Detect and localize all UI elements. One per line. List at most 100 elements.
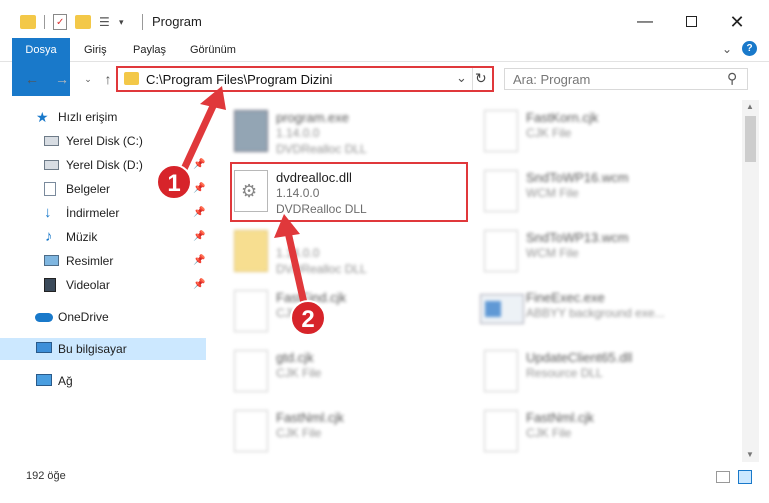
- pin-icon[interactable]: 📌: [193, 178, 205, 200]
- file-item[interactable]: gtd.cjk CJK File: [210, 344, 450, 402]
- dropdown-arrow-icon[interactable]: ▾: [119, 17, 124, 28]
- pin-icon[interactable]: 📌: [193, 154, 205, 176]
- file-icon: [484, 170, 518, 212]
- documents-icon: [44, 182, 56, 196]
- search-box[interactable]: Ara: Program ⚲: [504, 68, 748, 90]
- sidebar-item-music[interactable]: ♪ Müzik 📌: [0, 226, 206, 248]
- item-count: 192 öğe: [26, 470, 66, 482]
- title-bar: ✓ ☰ ▾ Program — ✕: [0, 0, 769, 42]
- app-window-icon: [480, 294, 524, 324]
- sidebar-item-network[interactable]: Ağ: [0, 370, 206, 392]
- star-icon: ★: [36, 109, 49, 125]
- file-item[interactable]: FastNml.cjk CJK File: [210, 404, 450, 462]
- refresh-icon[interactable]: ↻: [475, 70, 487, 87]
- ribbon: Dosya Giriş Paylaş Görünüm ⌄ ?: [0, 38, 769, 96]
- address-path: C:\Program Files\Program Dizini: [146, 72, 333, 87]
- sidebar-item-label: Hızlı erişim: [58, 110, 118, 124]
- file-type: WCM File: [526, 246, 579, 260]
- step-badge-2: 2: [290, 300, 326, 336]
- videos-icon: [44, 278, 56, 292]
- drive-icon: [44, 160, 59, 170]
- file-description: DVDRealloc DLL: [276, 262, 367, 276]
- file-type: CJK File: [526, 426, 572, 440]
- file-type: CJK File: [526, 126, 572, 140]
- tab-view[interactable]: Görünüm: [190, 38, 236, 62]
- file-item[interactable]: FastFind.cjk CJK File: [210, 284, 450, 342]
- scroll-up-icon[interactable]: ▲: [746, 102, 754, 111]
- file-item[interactable]: FastNml.cjk CJK File: [460, 404, 700, 462]
- file-name: FastKorn.cjk: [526, 110, 599, 125]
- vertical-scrollbar[interactable]: ▲ ▼: [742, 100, 759, 462]
- pictures-icon: [44, 255, 59, 266]
- forward-button[interactable]: →: [52, 68, 72, 90]
- up-button[interactable]: ↑: [98, 68, 118, 90]
- maximize-button[interactable]: [676, 10, 706, 34]
- file-item[interactable]: FineExec.exe ABBYY background exe...: [460, 284, 700, 342]
- window-bottom-edge: [0, 490, 769, 503]
- sidebar-item-quick-access[interactable]: ★ Hızlı erişim: [0, 106, 206, 128]
- folder-icon: [124, 72, 139, 85]
- file-item[interactable]: UpdateClient65.dll Resource DLL: [460, 344, 700, 402]
- address-bar[interactable]: C:\Program Files\Program Dizini ⌄ ↻: [116, 66, 494, 92]
- file-item[interactable]: SndToWP13.wcm WCM File: [460, 224, 700, 282]
- minimize-button[interactable]: —: [630, 10, 660, 34]
- tab-home[interactable]: Giriş: [84, 38, 107, 62]
- details-view-icon[interactable]: [716, 471, 730, 483]
- file-description: ABBYY background exe...: [526, 306, 665, 320]
- folder-file-icon: [234, 230, 268, 272]
- sidebar-item-videos[interactable]: Videolar 📌: [0, 274, 206, 296]
- network-icon: [36, 374, 52, 386]
- sidebar-item-pictures[interactable]: Resimler 📌: [0, 250, 206, 272]
- back-button[interactable]: ←: [22, 68, 42, 90]
- file-icon: [484, 230, 518, 272]
- scrollbar-thumb[interactable]: [745, 116, 756, 162]
- quick-access-toolbar: ✓ ☰ ▾: [20, 12, 124, 32]
- file-name: FastNml.cjk: [276, 410, 344, 425]
- file-icon: [234, 350, 268, 392]
- folder-icon[interactable]: [20, 15, 36, 29]
- file-item[interactable]: program.exe 1.14.0.0 DVDRealloc DLL: [210, 104, 450, 162]
- navigation-pane: ★ Hızlı erişim Yerel Disk (C:) Yerel Dis…: [0, 100, 210, 460]
- expand-ribbon-icon[interactable]: ⌄: [722, 42, 732, 56]
- file-description: DVDRealloc DLL: [276, 142, 367, 156]
- new-folder-icon[interactable]: [75, 15, 91, 29]
- tab-share[interactable]: Paylaş: [133, 38, 166, 62]
- file-name: SndToWP13.wcm: [526, 230, 629, 245]
- large-icons-view-icon[interactable]: [738, 470, 752, 484]
- pin-icon[interactable]: 📌: [193, 274, 205, 296]
- sidebar-item-label: Ağ: [58, 374, 73, 388]
- scroll-down-icon[interactable]: ▼: [746, 450, 754, 459]
- pin-icon[interactable]: 📌: [193, 202, 205, 224]
- search-icon[interactable]: ⚲: [727, 70, 737, 87]
- recent-locations-icon[interactable]: ⌄: [78, 68, 98, 90]
- sidebar-item-downloads[interactable]: ↓ İndirmeler 📌: [0, 202, 206, 224]
- search-placeholder: Ara: Program: [513, 72, 591, 87]
- close-button[interactable]: ✕: [722, 10, 752, 34]
- sidebar-item-onedrive[interactable]: OneDrive: [0, 306, 206, 328]
- file-item[interactable]: FastKorn.cjk CJK File: [460, 104, 700, 162]
- customize-icon[interactable]: ☰: [99, 15, 115, 29]
- file-icon: [484, 110, 518, 152]
- file-version: 1.14.0.0: [276, 126, 320, 140]
- address-dropdown-icon[interactable]: ⌄: [456, 70, 467, 86]
- window-title: Program: [152, 14, 202, 29]
- file-icon: [234, 290, 268, 332]
- file-description: Resource DLL: [526, 366, 603, 380]
- computer-icon: [36, 342, 52, 353]
- sidebar-item-local-disk-c[interactable]: Yerel Disk (C:): [0, 130, 206, 152]
- cloud-icon: [35, 313, 53, 322]
- properties-icon[interactable]: ✓: [53, 14, 67, 30]
- file-type: WCM File: [526, 186, 579, 200]
- pin-icon[interactable]: 📌: [193, 226, 205, 248]
- file-name: gtd.cjk: [276, 350, 314, 365]
- sidebar-item-label: Yerel Disk (D:): [66, 158, 143, 172]
- file-item[interactable]: SndToWP16.wcm WCM File: [460, 164, 700, 222]
- file-name: FastNml.cjk: [526, 410, 594, 425]
- sidebar-item-this-pc[interactable]: Bu bilgisayar: [0, 338, 206, 360]
- help-icon[interactable]: ?: [742, 41, 757, 56]
- sidebar-item-label: Bu bilgisayar: [58, 342, 127, 356]
- sidebar-item-label: Belgeler: [66, 182, 111, 196]
- file-icon: [484, 410, 518, 452]
- pin-icon[interactable]: 📌: [193, 250, 205, 272]
- file-item[interactable]: 1.14.0.0 DVDRealloc DLL: [210, 224, 450, 282]
